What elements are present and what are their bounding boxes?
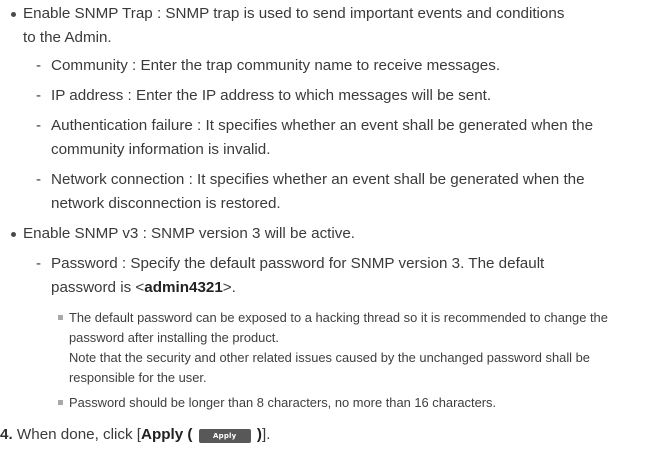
manual-page: Enable SNMP Trap : SNMP trap is used to … [0, 0, 664, 451]
note-text-cont: responsible for the user. [69, 370, 207, 385]
step-4: 4. When done, click [Apply ( Apply )]. [0, 425, 270, 445]
note-square-icon [58, 315, 63, 320]
step-end: ]. [261, 426, 271, 443]
apply-button[interactable]: Apply [198, 429, 251, 443]
note-text-cont: Note that the security and other related… [69, 350, 590, 365]
snmp-trap-text: Enable SNMP Trap : SNMP trap is used to … [23, 5, 565, 22]
note-text-cont: password after installing the product. [69, 330, 279, 345]
bullet-icon [11, 232, 16, 237]
apply-label: Apply ( [141, 426, 193, 443]
ip-address-text: IP address : Enter the IP address to whi… [51, 87, 492, 104]
apply-close: ) [252, 426, 262, 443]
password-text-cont: password is <admin4321>. [51, 278, 236, 298]
step-number: 4. [0, 426, 13, 443]
dash-icon: - [36, 87, 42, 104]
password-prefix: password is < [51, 279, 145, 296]
dash-icon: - [36, 57, 42, 74]
note-text: Password should be longer than 8 charact… [69, 395, 497, 410]
dash-icon: - [36, 171, 42, 188]
auth-failure-text: Authentication failure : It specifies wh… [51, 117, 594, 134]
dash-icon: - [36, 255, 42, 272]
dash-icon: - [36, 117, 42, 134]
bullet-icon [11, 12, 16, 17]
default-password: admin4321 [144, 279, 223, 296]
step-text: When done, click [ [16, 426, 141, 443]
password-suffix: >. [222, 279, 236, 296]
snmp-trap-text-cont: to the Admin. [23, 29, 112, 46]
network-connection-text: Network connection : It specifies whethe… [51, 171, 585, 188]
community-text: Community : Enter the trap community nam… [51, 57, 501, 74]
password-text: Password : Specify the default password … [51, 255, 545, 272]
snmp-v3-text: Enable SNMP v3 : SNMP version 3 will be … [23, 225, 356, 242]
network-connection-text-cont: network disconnection is restored. [51, 195, 281, 212]
note-text: The default password can be exposed to a… [69, 310, 608, 325]
note-square-icon [58, 400, 63, 405]
auth-failure-text-cont: community information is invalid. [51, 141, 271, 158]
